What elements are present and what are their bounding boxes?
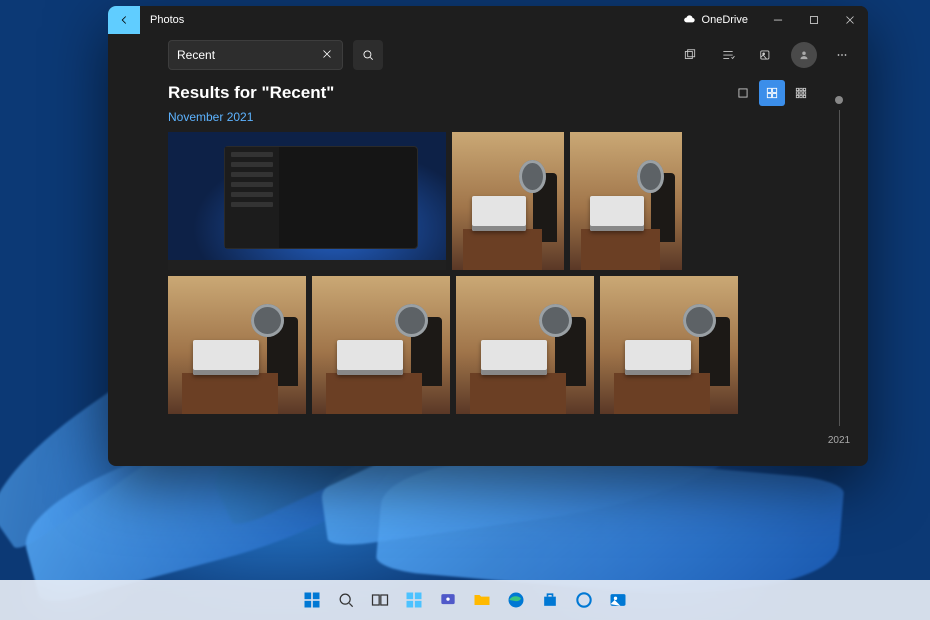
app-title: Photos xyxy=(150,14,184,26)
maximize-button[interactable] xyxy=(796,6,832,34)
close-button[interactable] xyxy=(832,6,868,34)
photo-grid-row xyxy=(168,276,824,414)
photo-thumbnail[interactable] xyxy=(570,132,682,270)
onedrive-label: OneDrive xyxy=(702,14,748,26)
taskbar-search-button[interactable] xyxy=(331,585,361,615)
view-toggle-group xyxy=(730,80,814,106)
windows-taskbar xyxy=(0,580,930,620)
widgets-button[interactable] xyxy=(399,585,429,615)
back-button[interactable] xyxy=(108,6,140,34)
start-button[interactable] xyxy=(297,585,327,615)
photo-thumbnail[interactable] xyxy=(456,276,594,414)
task-view-button[interactable] xyxy=(365,585,395,615)
timeline-handle-icon[interactable] xyxy=(835,96,843,104)
view-small-grid[interactable] xyxy=(788,80,814,106)
photo-thumbnail[interactable] xyxy=(312,276,450,414)
account-button[interactable] xyxy=(788,40,820,70)
import-button[interactable] xyxy=(674,40,706,70)
date-group-link[interactable]: November 2021 xyxy=(168,110,824,124)
search-input[interactable]: Recent xyxy=(168,40,343,70)
photos-app-window: Photos OneDrive Recent Results for "Rece… xyxy=(108,6,868,466)
search-icon xyxy=(361,48,375,62)
photos-taskbar-button[interactable] xyxy=(603,585,633,615)
store-button[interactable] xyxy=(535,585,565,615)
more-button[interactable] xyxy=(826,40,858,70)
view-single[interactable] xyxy=(730,80,756,106)
cortana-button[interactable] xyxy=(569,585,599,615)
photo-thumbnail[interactable] xyxy=(452,132,564,270)
chat-button[interactable] xyxy=(433,585,463,615)
titlebar: Photos OneDrive xyxy=(108,6,868,34)
onedrive-status[interactable]: OneDrive xyxy=(683,13,748,27)
timeline-scrubber[interactable]: 2021 xyxy=(824,80,854,466)
toolbar: Recent xyxy=(108,34,868,80)
search-button[interactable] xyxy=(353,40,383,70)
edge-button[interactable] xyxy=(501,585,531,615)
main-content: Results for "Recent" November 2021 xyxy=(168,80,824,466)
minimize-button[interactable] xyxy=(760,6,796,34)
photo-grid xyxy=(168,132,824,270)
clear-search-icon[interactable] xyxy=(320,47,334,64)
timeline-year-label: 2021 xyxy=(828,435,850,446)
edit-create-button[interactable] xyxy=(750,40,782,70)
results-title: Results for "Recent" xyxy=(168,83,334,103)
photo-thumbnail[interactable] xyxy=(168,132,446,270)
photo-thumbnail[interactable] xyxy=(600,276,738,414)
view-medium-grid[interactable] xyxy=(759,80,785,106)
file-explorer-button[interactable] xyxy=(467,585,497,615)
cloud-icon xyxy=(683,13,697,27)
search-query: Recent xyxy=(177,48,320,62)
person-icon xyxy=(797,48,811,62)
select-button[interactable] xyxy=(712,40,744,70)
photo-thumbnail[interactable] xyxy=(168,276,306,414)
